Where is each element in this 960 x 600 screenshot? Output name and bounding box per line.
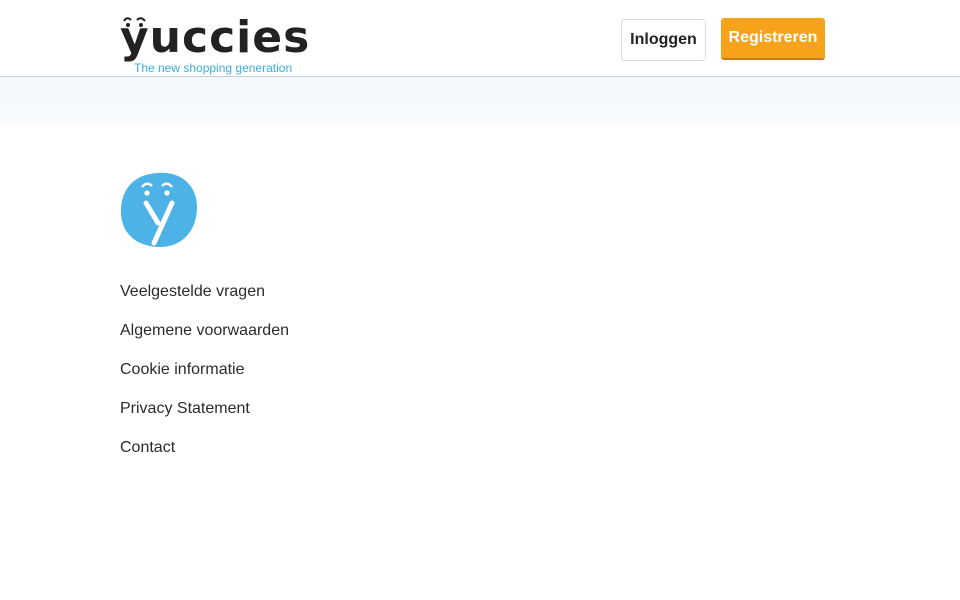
footer-links: Veelgestelde vragen Algemene voorwaarden… (120, 281, 289, 476)
logo-tagline: The new shopping generation (134, 61, 293, 75)
footer-link-cookies[interactable]: Cookie informatie (120, 359, 289, 398)
yuccies-y-icon[interactable] (120, 171, 198, 249)
yuccies-logo[interactable]: yuccies The new shopping generation (120, 12, 309, 76)
login-button[interactable]: Inloggen (621, 19, 706, 61)
logo-wordmark: yuccies (120, 12, 311, 63)
footer-link-contact[interactable]: Contact (120, 437, 289, 476)
footer-link-faq[interactable]: Veelgestelde vragen (120, 281, 289, 320)
register-button[interactable]: Registreren (721, 18, 825, 60)
footer-link-terms[interactable]: Algemene voorwaarden (120, 320, 289, 359)
footer-link-privacy[interactable]: Privacy Statement (120, 398, 289, 437)
site-header: yuccies The new shopping generation Inlo… (0, 0, 960, 77)
hero-band (0, 77, 960, 129)
